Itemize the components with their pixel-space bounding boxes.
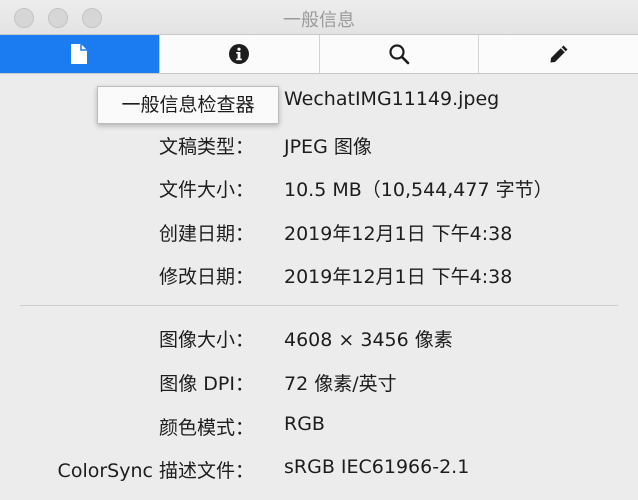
tooltip: 一般信息检查器	[97, 86, 279, 124]
modified-value: 2019年12月1日 下午4:38	[284, 266, 513, 288]
dimensions-label: 图像大小：	[158, 329, 254, 351]
color-model-row: 颜色模式： RGB	[0, 413, 638, 443]
inspector-tab-bar	[0, 34, 638, 74]
color-model-label: 颜色模式：	[158, 417, 254, 439]
dpi-value: 72 像素/英寸	[284, 373, 397, 395]
title-bar: 一般信息	[0, 0, 638, 34]
tab-annotations[interactable]	[479, 35, 638, 73]
section-divider	[20, 305, 618, 306]
inspector-window: 一般信息 一般信息检查器 WechatIMG11149.jpeg 文稿类型： J…	[0, 0, 638, 500]
dpi-label: 图像 DPI：	[159, 373, 254, 395]
kind-row: 文稿类型： JPEG 图像	[0, 132, 638, 162]
created-label: 创建日期：	[158, 223, 254, 245]
dimensions-row: 图像大小： 4608 × 3456 像素	[0, 325, 638, 355]
size-label: 文件大小：	[158, 179, 254, 201]
profile-value: sRGB IEC61966-2.1	[284, 456, 470, 478]
filename-row: WechatIMG11149.jpeg	[0, 88, 638, 118]
profile-row: ColorSync 描述文件： sRGB IEC61966-2.1	[0, 456, 638, 486]
search-icon	[389, 44, 410, 65]
tab-more-info[interactable]	[160, 35, 320, 73]
kind-value: JPEG 图像	[284, 136, 372, 158]
filename-value: WechatIMG11149.jpeg	[284, 88, 500, 110]
color-model-value: RGB	[284, 413, 325, 435]
created-value: 2019年12月1日 下午4:38	[284, 223, 513, 245]
tab-general-info[interactable]	[0, 35, 160, 73]
created-row: 创建日期： 2019年12月1日 下午4:38	[0, 219, 638, 249]
size-value: 10.5 MB（10,544,477 字节）	[284, 179, 553, 201]
tab-keywords[interactable]	[320, 35, 480, 73]
size-row: 文件大小： 10.5 MB（10,544,477 字节）	[0, 175, 638, 205]
pencil-icon	[550, 45, 568, 63]
dpi-row: 图像 DPI： 72 像素/英寸	[0, 369, 638, 399]
dimensions-value: 4608 × 3456 像素	[284, 329, 453, 351]
profile-label: ColorSync 描述文件：	[57, 460, 254, 482]
window-title: 一般信息	[283, 10, 355, 31]
kind-label: 文稿类型：	[158, 136, 254, 158]
info-icon	[229, 44, 250, 64]
modified-label: 修改日期：	[158, 266, 254, 288]
modified-row: 修改日期： 2019年12月1日 下午4:38	[0, 262, 638, 292]
document-icon	[71, 44, 88, 64]
